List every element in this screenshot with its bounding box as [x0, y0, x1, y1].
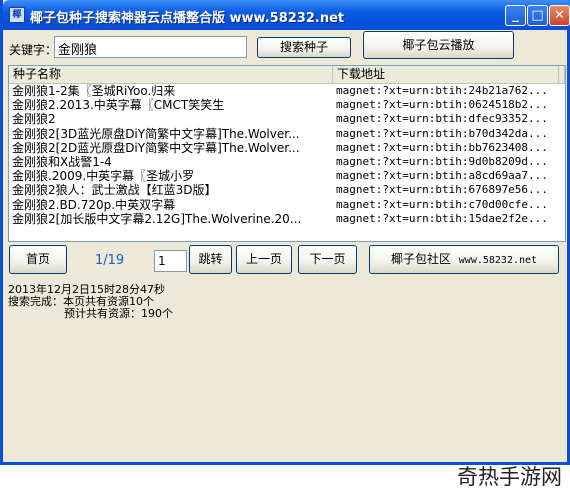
minimize-button[interactable]: _ — [505, 5, 526, 26]
table-row[interactable]: 金刚狼和X战警1-4 magnet:?xt=urn:btih:9d0b8209d.… — [9, 155, 565, 169]
watermark: 奇热手游网 — [457, 465, 562, 489]
table-row[interactable]: 金刚狼2[加长版中文字幕2.12G]The.Wolverine.20... mag… — [9, 212, 565, 226]
table-row[interactable]: 金刚狼2 magnet:?xt=urn:btih:dfec93352... — [9, 112, 565, 126]
jump-button[interactable]: 跳转 — [189, 245, 232, 274]
maximize-button[interactable]: □ — [527, 5, 548, 26]
row-name: 金刚狼2 — [12, 112, 56, 127]
row-name: 金刚狼2[3D蓝光原盘DiY简繁中文字幕]The.Wolver... — [12, 126, 300, 141]
row-name: 金刚狼2.BD.720p.中英双字幕 — [12, 197, 176, 212]
row-link: magnet:?xt=urn:btih:15dae2f2e... — [336, 211, 548, 225]
search-button[interactable]: 搜索种子 — [257, 37, 351, 58]
table-row[interactable]: 金刚狼2[2D蓝光原盘DiY简繁中文字幕]The.Wolver... magnet… — [9, 141, 565, 155]
main-window: 椰 椰子包种子搜索神器云点播整合版 www.58232.net _ □ ✕ 关键… — [0, 0, 570, 465]
status-line-2: 预计共有资源：190个 — [64, 307, 173, 320]
column-header-link[interactable]: 下载地址 — [333, 66, 559, 84]
cloud-play-button[interactable]: 椰子包云播放 — [363, 31, 514, 59]
column-header-name[interactable]: 种子名称 — [9, 66, 333, 84]
next-page-button[interactable]: 下一页 — [298, 245, 357, 274]
keyword-value: 金刚狼 — [58, 43, 98, 58]
table-row[interactable]: 金刚狼.2009.中英字幕〖圣城小罗 magnet:?xt=urn:btih:a8… — [9, 169, 565, 183]
row-link: magnet:?xt=urn:btih:dfec93352... — [336, 112, 548, 126]
community-button[interactable]: 椰子包社区 www.58232.net — [369, 245, 559, 274]
table-row[interactable]: 金刚狼2[3D蓝光原盘DiY简繁中文字幕]The.Wolver... magnet… — [9, 127, 565, 141]
row-name: 金刚狼1-2集〖圣城RiYoo.归来 — [12, 84, 176, 98]
prev-page-button[interactable]: 上一页 — [236, 245, 292, 274]
keyword-label: 关键字： — [9, 43, 58, 57]
window-title: 椰子包种子搜索神器云点播整合版 www.58232.net — [30, 11, 345, 26]
page-number-value: 1 — [158, 254, 166, 268]
row-link: magnet:?xt=urn:btih:b70d342da... — [336, 126, 548, 140]
page-number-input[interactable]: 1 — [154, 250, 187, 272]
row-name: 金刚狼.2009.中英字幕〖圣城小罗 — [12, 169, 195, 184]
table-row[interactable]: 金刚狼2狼人：武士激战【红蓝3D版】 magnet:?xt=urn:btih:67… — [9, 183, 565, 197]
row-link: magnet:?xt=urn:btih:a8cd69aa7... — [336, 169, 548, 183]
row-name: 金刚狼2.2013.中英字幕〖CMCT笑笑生 — [12, 98, 225, 113]
results-table: 种子名称 下载地址 金刚狼1-2集〖圣城RiYoo.归来 magnet:?xt=u… — [8, 65, 566, 242]
row-name: 金刚狼2狼人：武士激战【红蓝3D版】 — [12, 183, 217, 198]
row-link: magnet:?xt=urn:btih:24b21a762... — [336, 84, 548, 97]
app-icon: 椰 — [9, 7, 25, 23]
row-name: 金刚狼和X战警1-4 — [12, 154, 112, 169]
row-link: magnet:?xt=urn:btih:c70d00cfe... — [336, 197, 548, 211]
table-row[interactable]: 金刚狼1-2集〖圣城RiYoo.归来 magnet:?xt=urn:btih:24… — [9, 84, 565, 98]
row-link: magnet:?xt=urn:btih:bb7623408... — [336, 140, 548, 154]
row-link: magnet:?xt=urn:btih:0624518b2... — [336, 98, 548, 112]
table-row[interactable]: 金刚狼2.2013.中英字幕〖CMCT笑笑生 magnet:?xt=urn:bti… — [9, 98, 565, 112]
first-page-button[interactable]: 首页 — [9, 245, 67, 274]
column-header-filler — [559, 66, 565, 84]
table-row[interactable]: 金刚狼2.BD.720p.中英双字幕 magnet:?xt=urn:btih:c7… — [9, 198, 565, 212]
results-rows: 金刚狼1-2集〖圣城RiYoo.归来 magnet:?xt=urn:btih:24… — [9, 84, 565, 226]
community-url: www.58232.net — [458, 255, 538, 266]
row-name: 金刚狼2[加长版中文字幕2.12G]The.Wolverine.20... — [12, 211, 302, 226]
row-link: magnet:?xt=urn:btih:9d0b8209d... — [336, 154, 548, 168]
page-indicator: 1/19 — [95, 253, 125, 268]
row-link: magnet:?xt=urn:btih:676897e56... — [336, 183, 548, 197]
row-name: 金刚狼2[2D蓝光原盘DiY简繁中文字幕]The.Wolver... — [12, 140, 300, 155]
close-button[interactable]: ✕ — [549, 5, 570, 26]
title-bar[interactable]: 椰 椰子包种子搜索神器云点播整合版 www.58232.net _ □ ✕ — [3, 0, 570, 30]
keyword-input[interactable]: 金刚狼 — [54, 36, 247, 58]
community-label: 椰子包社区 — [390, 252, 451, 266]
